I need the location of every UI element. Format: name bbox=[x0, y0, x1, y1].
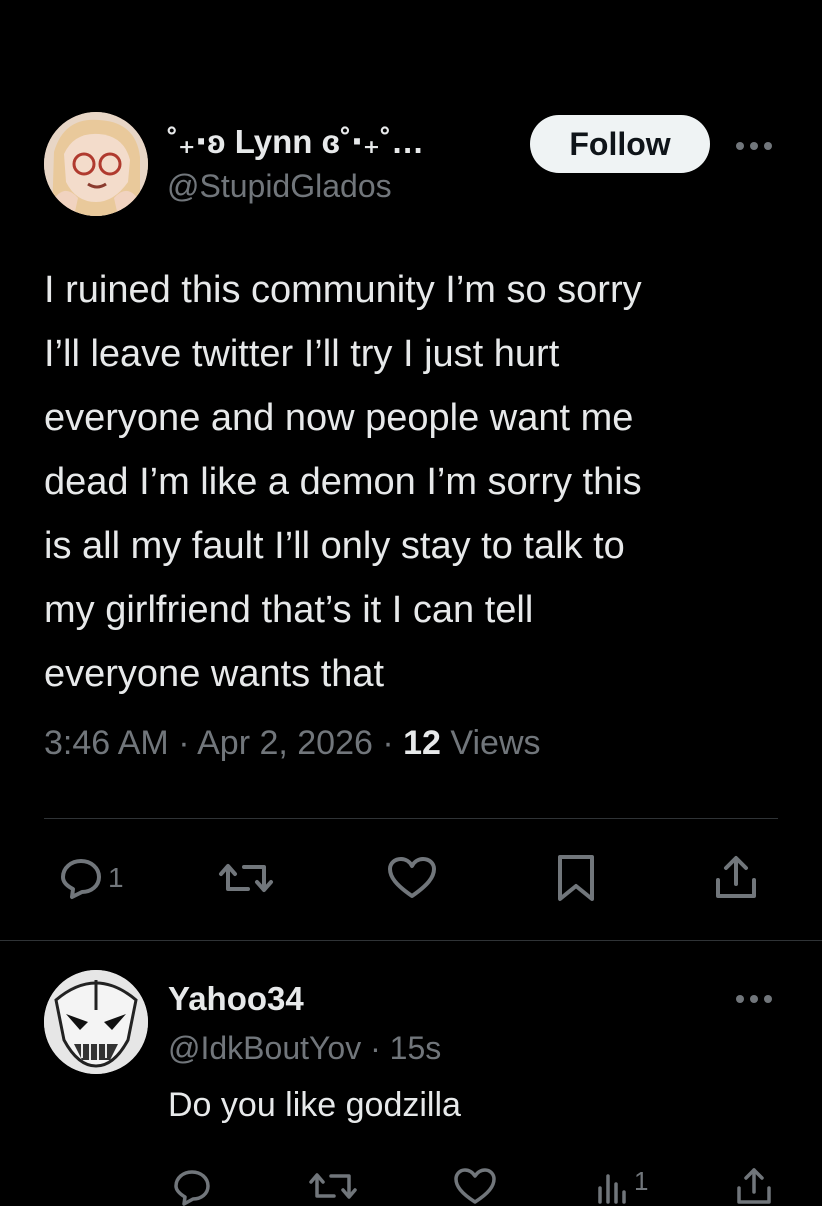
share-icon bbox=[716, 856, 756, 898]
author-avatar[interactable] bbox=[44, 112, 148, 216]
bookmark-icon bbox=[558, 855, 594, 901]
repost-button[interactable] bbox=[218, 850, 274, 906]
reply-repost-button[interactable] bbox=[308, 1166, 358, 1206]
follow-button[interactable]: Follow bbox=[530, 115, 710, 173]
reply-icon bbox=[61, 859, 101, 899]
share-button[interactable] bbox=[712, 850, 760, 906]
tweet-text-line: I’ll leave twitter I’ll try I just hurt bbox=[44, 333, 560, 375]
reply-share-button[interactable] bbox=[734, 1166, 774, 1206]
reply-reply-button[interactable] bbox=[172, 1166, 212, 1206]
repost-icon bbox=[219, 864, 273, 892]
repost-icon bbox=[309, 1173, 357, 1199]
like-button[interactable] bbox=[386, 850, 438, 906]
author-avatar-image bbox=[44, 112, 148, 216]
tweet-date[interactable]: Apr 2, 2026 bbox=[197, 724, 373, 762]
meta-separator: · bbox=[370, 1030, 381, 1066]
tweet-text-line: is all my fault I’ll only stay to talk t… bbox=[44, 525, 625, 567]
bookmark-button[interactable] bbox=[555, 850, 597, 906]
tweet-text-line: everyone wants that bbox=[44, 653, 385, 695]
reply-author-avatar[interactable] bbox=[44, 970, 148, 1074]
views-count[interactable]: 12 bbox=[403, 724, 441, 762]
reply-text: Do you like godzilla bbox=[168, 1086, 461, 1124]
meta-separator: · bbox=[178, 724, 190, 762]
reply-views-count: 1 bbox=[634, 1166, 649, 1196]
tweet-text-line: dead I’m like a demon I’m sorry this bbox=[44, 461, 642, 503]
heart-icon bbox=[454, 1168, 496, 1204]
tweet-text-line: my girlfriend that’s it I can tell bbox=[44, 589, 534, 631]
author-handle[interactable]: @StupidGlados bbox=[167, 168, 392, 205]
divider bbox=[44, 818, 778, 819]
reply-icon bbox=[174, 1170, 210, 1206]
reply-more-options-icon[interactable] bbox=[732, 984, 776, 1014]
reply-meta: @IdkBoutYov · 15s bbox=[168, 1030, 441, 1067]
reply-like-button[interactable] bbox=[452, 1166, 498, 1206]
author-display-name[interactable]: ˚₊‧ʚ Lynn ɞ˚‧₊˚… bbox=[167, 122, 424, 161]
reply-count: 1 bbox=[108, 862, 124, 893]
more-options-icon[interactable] bbox=[732, 128, 776, 164]
divider bbox=[0, 940, 822, 941]
reply-button[interactable]: 1 bbox=[58, 850, 124, 906]
tweet-text-line: I ruined this community I’m so sorry bbox=[44, 269, 642, 311]
meta-separator: · bbox=[382, 724, 394, 762]
reply-author-name[interactable]: Yahoo34 bbox=[168, 980, 304, 1018]
reply-author-handle[interactable]: @IdkBoutYov bbox=[168, 1030, 361, 1066]
views-icon bbox=[598, 1174, 626, 1204]
heart-icon bbox=[388, 857, 436, 898]
tweet-time[interactable]: 3:46 AM bbox=[44, 724, 169, 762]
tweet-text-line: everyone and now people want me bbox=[44, 397, 634, 439]
reply-views-button[interactable]: 1 bbox=[594, 1166, 648, 1206]
tweet-meta: 3:46 AM · Apr 2, 2026 · 12 Views bbox=[44, 724, 541, 763]
tweet-text: I ruined this community I’m so sorry I’l… bbox=[44, 258, 784, 706]
reply-time[interactable]: 15s bbox=[390, 1030, 442, 1066]
views-label[interactable]: Views bbox=[450, 724, 540, 762]
share-icon bbox=[737, 1168, 771, 1204]
reply-avatar-image bbox=[44, 970, 148, 1074]
